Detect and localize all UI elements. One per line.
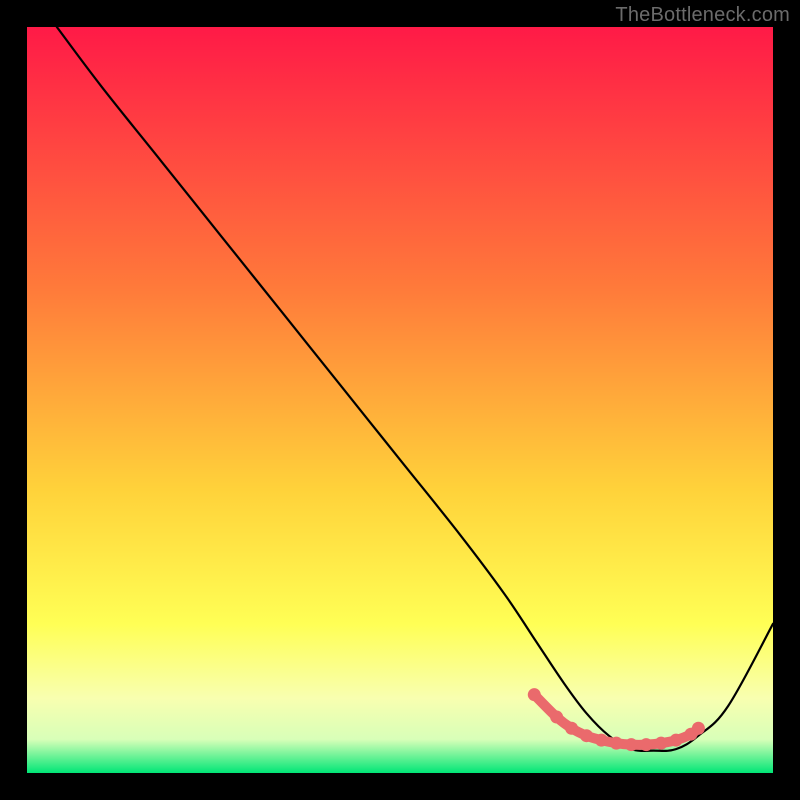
optimal-band-markers-marker: [670, 734, 683, 747]
optimal-band-markers-marker: [610, 737, 623, 750]
optimal-band-markers-marker: [595, 734, 608, 747]
watermark-label: TheBottleneck.com: [615, 4, 790, 27]
optimal-band-markers-marker: [565, 722, 578, 735]
optimal-band-markers-marker: [528, 688, 541, 701]
optimal-band-markers-marker: [692, 722, 705, 735]
optimal-band-markers-marker: [580, 729, 593, 742]
optimal-band-markers-marker: [655, 737, 668, 750]
bottleneck-chart: [0, 0, 800, 800]
gradient-background: [27, 27, 773, 773]
optimal-band-markers-marker: [640, 738, 653, 751]
chart-stage: TheBottleneck.com: [0, 0, 800, 800]
optimal-band-markers-marker: [625, 738, 638, 751]
optimal-band-markers-marker: [550, 711, 563, 724]
